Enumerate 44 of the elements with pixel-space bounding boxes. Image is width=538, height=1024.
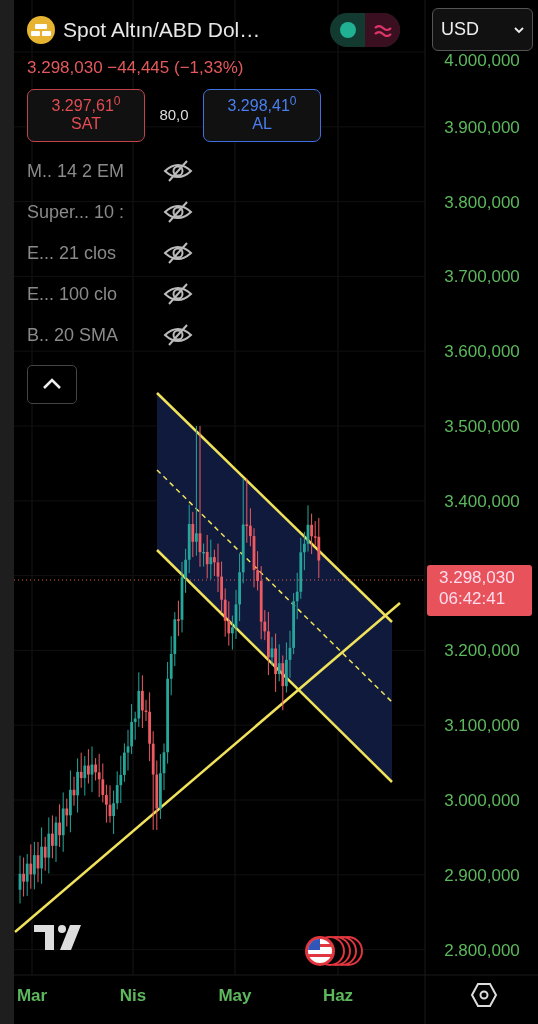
time-axis-label: Mar xyxy=(16,986,48,1005)
market-status-toggle[interactable] xyxy=(330,12,400,47)
price-axis-label: 3.000,000 xyxy=(444,791,520,810)
logo-icon[interactable] xyxy=(34,925,81,950)
chevron-up-icon xyxy=(42,378,62,390)
time-axis-label: Haz xyxy=(322,986,354,1005)
caret-icon xyxy=(514,25,524,34)
time-axis-label: Nis xyxy=(119,986,147,1005)
price-axis-label: 3.400,000 xyxy=(444,491,520,511)
hidden-eye-icon[interactable] xyxy=(163,282,193,306)
hidden-eye-icon[interactable] xyxy=(163,200,193,224)
price-axis-label: 3.700,000 xyxy=(444,267,520,287)
sell-button[interactable]: 3.297,61$^{0}$ SAT xyxy=(27,88,145,142)
currency-dropdown[interactable]: USD xyxy=(432,8,533,51)
price-axis-label: 2.900,000 xyxy=(444,865,520,885)
wave-icon xyxy=(373,22,392,37)
price-axis-label: 3.500,000 xyxy=(444,417,520,436)
price-axis-label: 3.800,000 xyxy=(444,192,520,212)
price-axis-label: 3.100,000 xyxy=(444,716,520,736)
buy-button[interactable]: 3.298,41$^{0}$ AL xyxy=(203,88,321,142)
trend-line[interactable] xyxy=(14,602,401,933)
settings-icon[interactable] xyxy=(470,983,498,1007)
indicator-label[interactable]: B.. 20 SMA xyxy=(27,321,149,349)
parallel-channel[interactable] xyxy=(156,392,393,783)
hidden-eye-icon[interactable] xyxy=(163,323,193,347)
indicator-label[interactable]: E... 21 clos xyxy=(27,239,149,267)
price-axis-label: 4.000,000 xyxy=(444,51,520,70)
hidden-eye-icon[interactable] xyxy=(163,241,193,265)
collapse-legend-button[interactable] xyxy=(27,364,77,404)
indicator-label[interactable]: Super... 10 : xyxy=(27,198,149,226)
price-axis-label: 3.900,000 xyxy=(444,117,520,137)
indicator-label[interactable]: M.. 14 2 EM xyxy=(27,157,149,185)
hidden-eye-icon[interactable] xyxy=(163,159,193,183)
price-axis-label: 3.600,000 xyxy=(444,342,520,362)
price-change: 3.298,030 −44,445 (−1,33%) xyxy=(27,57,244,79)
symbol-title[interactable]: Spot Altın/ABD Dol… xyxy=(63,13,261,46)
symbol-logo-icon xyxy=(27,15,55,44)
price-axis-label: 2.800,000 xyxy=(444,940,520,960)
price-axis-label: 3.200,000 xyxy=(444,641,520,661)
time-axis-label: May xyxy=(218,986,252,1005)
us-flag-event-icon[interactable] xyxy=(305,936,363,966)
spread-value: 80,0 xyxy=(158,104,190,125)
last-price-label: 3.298,030 06:42:41 xyxy=(427,565,532,616)
indicator-label[interactable]: E... 100 clo xyxy=(27,280,149,308)
